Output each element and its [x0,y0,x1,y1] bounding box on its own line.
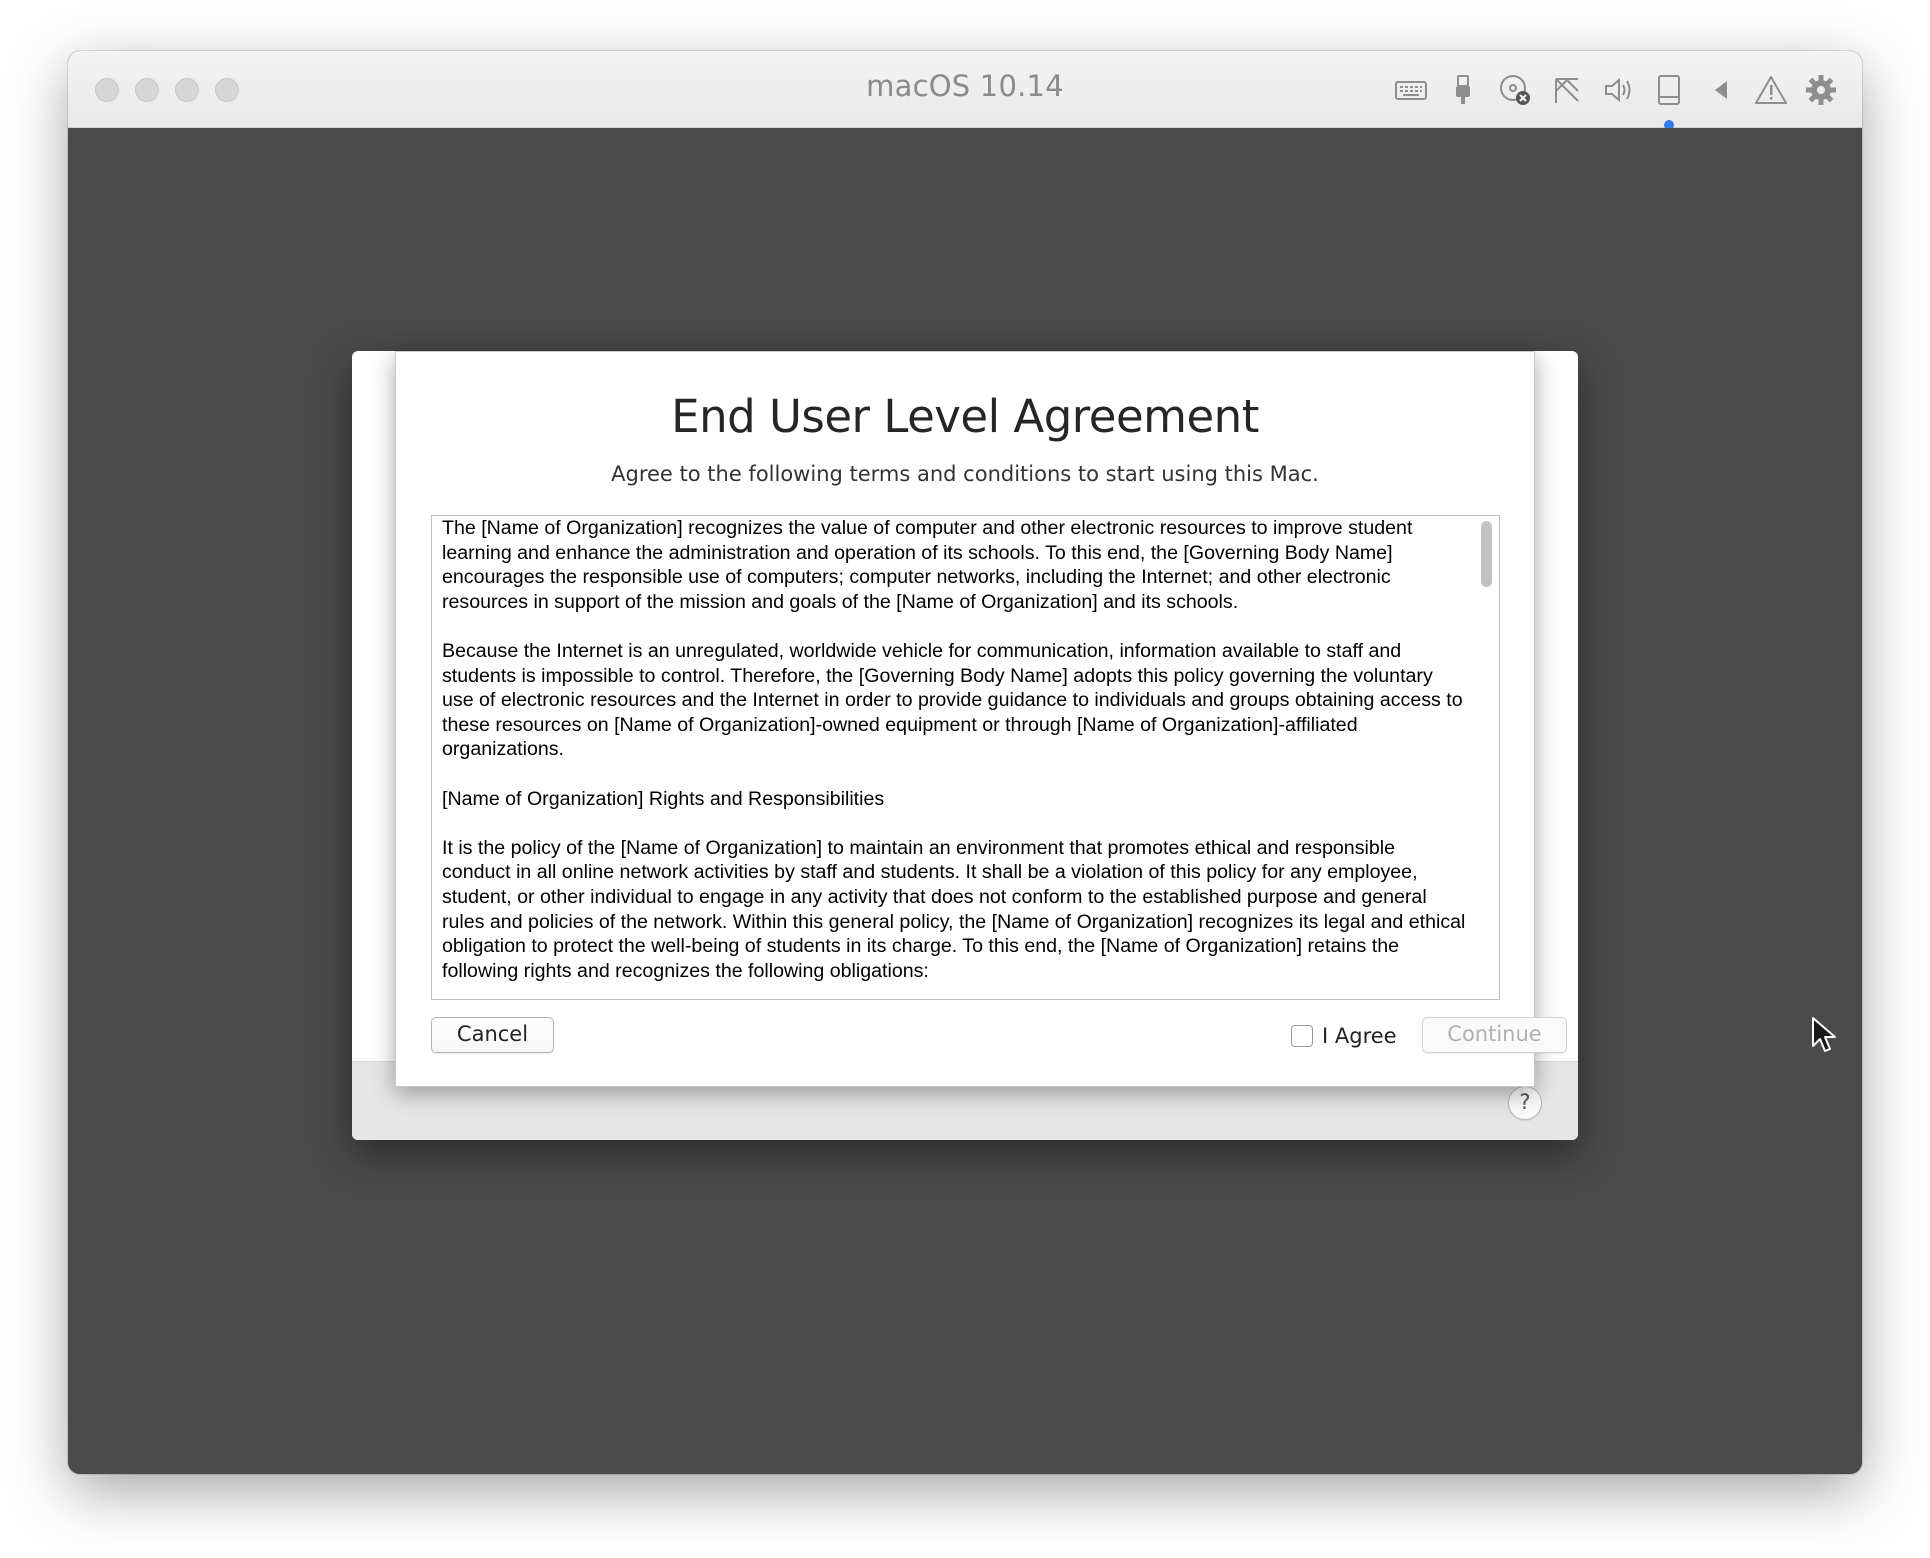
network-icon[interactable] [1550,73,1584,107]
terms-paragraph: Because the Internet is an unregulated, … [442,639,1463,761]
cd-dvd-icon[interactable] [1498,73,1532,107]
gear-icon[interactable] [1804,73,1838,107]
warning-icon[interactable] [1754,73,1788,107]
scrollbar-thumb[interactable] [1481,521,1492,587]
agree-checkbox[interactable] [1291,1025,1313,1047]
eula-sheet: End User Level Agreement Agree to the fo… [395,351,1567,1087]
usb-icon[interactable] [1446,73,1480,107]
help-button[interactable]: ? [1508,1086,1542,1120]
page: macOS 10.14 ? End User Level Agreement A… [0,0,1930,1558]
mouse-pointer-icon [1811,1016,1837,1059]
terms-paragraph: It is the policy of the [Name of Organiz… [442,836,1466,982]
agree-label[interactable]: I Agree [1322,1024,1397,1048]
sound-icon[interactable] [1602,73,1636,107]
terms-text: The [Name of Organization] recognizes th… [442,516,1467,999]
window-title: macOS 10.14 [866,69,1064,103]
window-titlebar[interactable]: macOS 10.14 [68,51,1862,130]
vm-window: macOS 10.14 ? End User Level Agreement A… [68,51,1862,1474]
dialog-subtitle: Agree to the following terms and conditi… [611,462,1319,486]
vm-screen[interactable]: ? End User Level Agreement Agree to the … [68,128,1862,1474]
back-arrow-icon[interactable] [1704,73,1738,107]
cancel-button[interactable]: Cancel [431,1017,554,1053]
keyboard-icon[interactable] [1394,73,1428,107]
terms-heading: [Name of Organization] Rights and Respon… [442,787,885,810]
terms-text-area[interactable]: The [Name of Organization] recognizes th… [431,515,1500,1000]
dialog-title: End User Level Agreement [671,390,1259,443]
terms-paragraph: The [Name of Organization] recognizes th… [442,517,1413,613]
continue-button[interactable]: Continue [1422,1017,1567,1053]
terms-scrollbar[interactable] [1475,516,1499,999]
agree-checkbox-group[interactable]: I Agree [1291,1021,1397,1051]
hard-disk-icon[interactable] [1652,73,1686,107]
